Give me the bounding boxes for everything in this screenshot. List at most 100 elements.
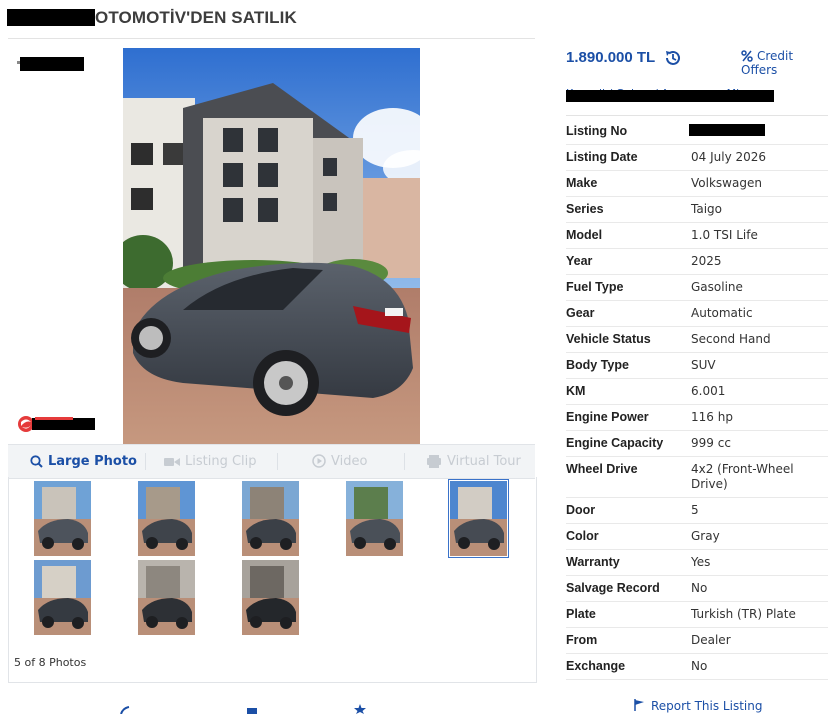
spec-value: 1.0 TSI Life xyxy=(691,228,758,242)
spec-row: Body Type SUV xyxy=(566,352,828,379)
spec-key: Model xyxy=(566,228,603,242)
dealer-name-redacted[interactable] xyxy=(20,57,84,71)
spec-key: Engine Capacity xyxy=(566,436,664,450)
tab-label: Listing Clip xyxy=(185,454,257,469)
print-icon[interactable] xyxy=(247,706,257,714)
listing-no-redacted xyxy=(689,124,765,136)
thumbnail[interactable] xyxy=(242,481,299,556)
thumbnail[interactable] xyxy=(138,560,195,635)
spec-value: Yes xyxy=(691,555,711,569)
report-listing-link[interactable]: Report This Listing xyxy=(634,699,762,713)
spec-key: Vehicle Status xyxy=(566,332,651,346)
spec-key: Wheel Drive xyxy=(566,462,638,476)
thumbnail[interactable] xyxy=(346,481,403,556)
tour-icon xyxy=(427,455,441,468)
spec-row: Vehicle Status Second Hand xyxy=(566,326,828,353)
spec-row: Make Volkswagen xyxy=(566,170,828,197)
search-icon xyxy=(30,455,43,468)
divider xyxy=(404,453,405,470)
media-tabs: Large Photo Listing Clip Video Virtual T… xyxy=(8,444,535,479)
spec-key: Listing Date xyxy=(566,150,638,164)
spec-key: Year xyxy=(566,254,593,268)
spec-row: Salvage Record No xyxy=(566,575,828,602)
spec-row: Gear Automatic xyxy=(566,300,828,327)
spec-value: Turkish (TR) Plate xyxy=(691,607,796,621)
tab-virtual-tour[interactable]: Virtual Tour xyxy=(426,445,521,478)
spec-value: 999 cc xyxy=(691,436,731,450)
spec-row: Series Taigo xyxy=(566,196,828,223)
divider xyxy=(277,453,278,470)
spec-value: 4x2 (Front-Wheel Drive) xyxy=(691,462,794,491)
thumbnail[interactable] xyxy=(450,481,507,556)
listing-title: OTOMOTİV'DEN SATILIK xyxy=(95,8,297,27)
spec-key: Body Type xyxy=(566,358,629,372)
spec-row: Engine Power 116 hp xyxy=(566,404,828,431)
spec-row: Color Gray xyxy=(566,523,828,550)
thumbnail[interactable] xyxy=(242,560,299,635)
video-camera-icon xyxy=(164,458,180,466)
spec-row: Warranty Yes xyxy=(566,549,828,576)
spec-value: Dealer xyxy=(691,633,731,647)
tab-label: Large Photo xyxy=(48,454,137,469)
spec-key: Series xyxy=(566,202,604,216)
spec-key: Plate xyxy=(566,607,596,621)
spec-row: Model 1.0 TSI Life xyxy=(566,222,828,249)
spec-key: Color xyxy=(566,529,599,543)
spec-value: Gray xyxy=(691,529,720,543)
tab-video[interactable]: Video xyxy=(312,445,367,478)
credit-offers-link[interactable]: Credit Offers xyxy=(741,49,831,77)
spec-value: SUV xyxy=(691,358,716,372)
title-bar: OTOMOTİV'DEN SATILIK xyxy=(0,0,831,38)
spec-row: Exchange No xyxy=(566,653,828,680)
spec-value: Gasoline xyxy=(691,280,743,294)
tab-label: Video xyxy=(331,454,368,469)
spec-row: Fuel Type Gasoline xyxy=(566,274,828,301)
price-history-icon[interactable] xyxy=(664,49,682,67)
divider xyxy=(566,115,828,116)
spec-value: 5 xyxy=(691,503,699,517)
spec-key: KM xyxy=(566,384,586,398)
spec-value: Volkswagen xyxy=(691,176,762,190)
spec-row: Plate Turkish (TR) Plate xyxy=(566,601,828,628)
play-icon xyxy=(312,454,326,468)
spec-row: Year 2025 xyxy=(566,248,828,275)
tab-label: Virtual Tour xyxy=(447,454,521,469)
spec-key: Warranty xyxy=(566,555,620,569)
star-icon[interactable] xyxy=(354,704,366,714)
spec-row: Door 5 xyxy=(566,497,828,524)
spec-value: 04 July 2026 xyxy=(691,150,767,164)
flag-icon xyxy=(634,699,644,711)
spec-value: Second Hand xyxy=(691,332,771,346)
spec-value: 2025 xyxy=(691,254,722,268)
spec-key: Make xyxy=(566,176,598,190)
spec-row: Wheel Drive 4x2 (Front-Wheel Drive) xyxy=(566,456,828,498)
spec-row: Engine Capacity 999 cc xyxy=(566,430,828,457)
spec-value: Automatic xyxy=(691,306,753,320)
percent-icon xyxy=(741,50,753,62)
dealer-logo[interactable] xyxy=(17,414,95,434)
main-photo[interactable] xyxy=(123,48,420,444)
spec-key: Salvage Record xyxy=(566,581,660,595)
thumbnail[interactable] xyxy=(34,481,91,556)
spec-row: Listing Date 04 July 2026 xyxy=(566,144,828,171)
spec-key: Fuel Type xyxy=(566,280,624,294)
location-breadcrumb[interactable]: Kocaeli / Gebze / Arapçeşme Mh. xyxy=(566,87,774,102)
tab-large-photo[interactable]: Large Photo xyxy=(30,445,137,478)
spec-key: Engine Power xyxy=(566,410,649,424)
spec-row: From Dealer xyxy=(566,627,828,654)
thumbnail[interactable] xyxy=(138,481,195,556)
spec-key: From xyxy=(566,633,598,647)
redaction-bar xyxy=(566,90,774,102)
spec-value: 6.001 xyxy=(691,384,726,398)
spec-value: No xyxy=(691,659,708,673)
thumbnail[interactable] xyxy=(34,560,91,635)
spec-row: KM 6.001 xyxy=(566,378,828,405)
price: 1.890.000 TL xyxy=(566,49,656,66)
bottom-actions xyxy=(120,704,366,717)
divider xyxy=(145,453,146,470)
share-icon[interactable] xyxy=(120,706,130,715)
spec-key: Door xyxy=(566,503,596,517)
tab-listing-clip[interactable]: Listing Clip xyxy=(164,445,257,478)
spec-key: Listing No xyxy=(566,124,628,138)
report-label: Report This Listing xyxy=(651,699,763,713)
